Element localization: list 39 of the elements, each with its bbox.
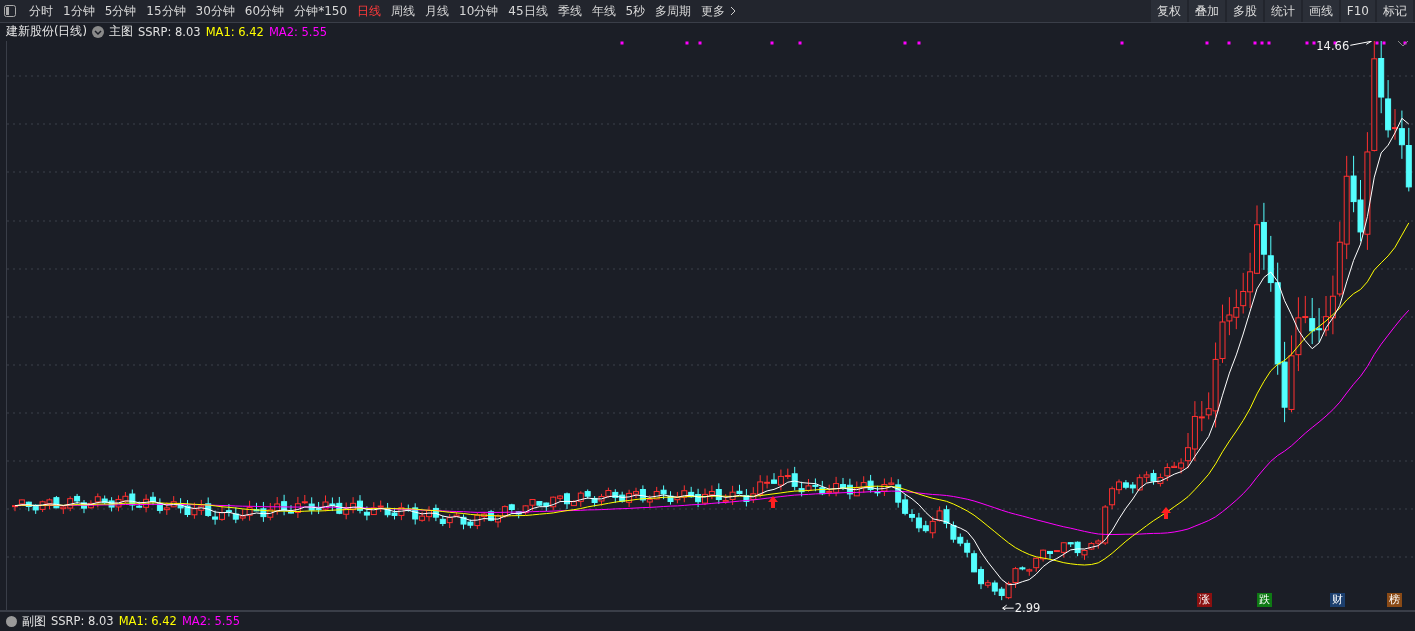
period-tab[interactable]: 15分钟 [141,2,191,20]
period-tab[interactable]: 年线 [586,2,621,20]
period-tab[interactable]: 分时 [24,2,58,20]
event-badge[interactable]: 榜 [1387,592,1402,607]
indicator-value: MA2: 5.55 [268,24,328,39]
period-tab[interactable]: 多周期 [650,2,697,20]
period-tab[interactable]: 周线 [386,2,421,20]
more-tab[interactable]: 更多 [696,2,731,20]
toolbar-button[interactable]: 标记 [1377,0,1413,22]
toolbar-button[interactable]: 复权 [1150,0,1187,22]
toolbar-button[interactable]: F10 [1340,0,1375,22]
toolbar-button[interactable]: 多股 [1226,0,1263,22]
period-tab[interactable]: 分钟*150 [289,2,353,20]
indicator-value: MA1: 6.42 [118,614,177,629]
indicator-value: SSRP: 8.03 [138,24,201,39]
period-tab[interactable]: 60分钟 [239,2,290,20]
event-badge[interactable]: 跌 [1257,592,1272,607]
low-price-label: 2.99 [1014,600,1041,615]
toolbar-button[interactable]: 统计 [1264,0,1301,22]
main-chart-label: 主图 [109,24,133,40]
period-tab[interactable]: 1分钟 [58,2,100,20]
period-tab[interactable]: 日线 [352,2,387,20]
sub-chart-title: 副图 [22,613,46,629]
period-tab[interactable]: 45日线 [503,2,553,20]
event-badge[interactable]: 财 [1330,592,1345,607]
event-badge[interactable]: 涨 [1197,592,1212,607]
toolbar-button[interactable]: 画线 [1302,0,1339,22]
period-tab[interactable]: 季线 [552,2,587,20]
toolbar-button[interactable]: 叠加 [1188,0,1225,22]
indicator-value: MA1: 6.42 [205,24,264,39]
period-tab[interactable]: 30分钟 [190,2,240,20]
chart-title: 建新股份(日线) [6,24,87,40]
indicator-value: SSRP: 8.03 [51,614,114,629]
period-tab[interactable]: 月线 [420,2,455,20]
indicator-value: MA2: 5.55 [181,614,241,629]
period-tab[interactable]: 5分钟 [99,2,142,20]
high-price-label: 14.66 [1316,38,1350,53]
period-tab[interactable]: 5秒 [620,2,651,20]
period-tab[interactable]: 10分钟 [454,2,504,20]
